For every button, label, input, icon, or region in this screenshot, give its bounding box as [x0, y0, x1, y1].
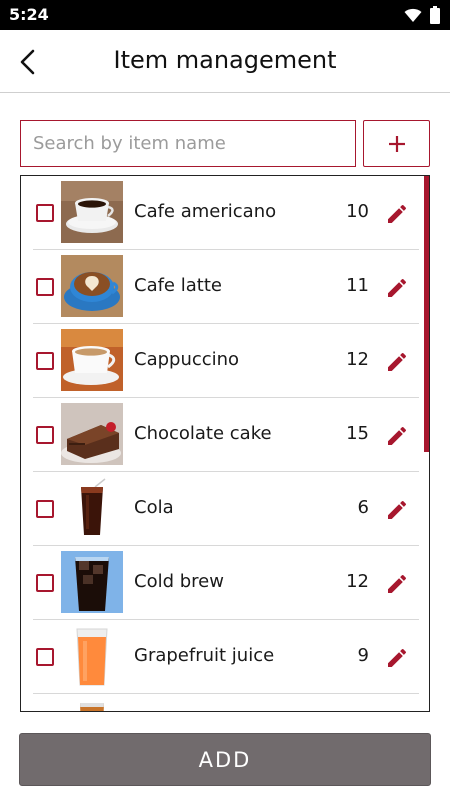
item-checkbox[interactable]	[36, 352, 54, 370]
edit-button[interactable]	[383, 348, 411, 376]
item-name: Cafe latte	[134, 275, 222, 296]
list-item: Cola 6	[21, 472, 429, 546]
status-bar: 5:24	[0, 0, 450, 30]
page-title: Item management	[113, 46, 337, 74]
status-icons	[404, 6, 440, 24]
plus-button[interactable]	[363, 120, 430, 167]
pencil-icon	[388, 574, 407, 593]
status-time: 5:24	[9, 5, 49, 24]
add-button[interactable]: ADD	[19, 733, 431, 786]
chocolate-cake-slice-icon	[61, 403, 123, 465]
edit-button[interactable]	[383, 200, 411, 228]
pencil-icon	[388, 278, 407, 297]
item-quantity: 9	[357, 645, 369, 666]
edit-button[interactable]	[383, 644, 411, 672]
list-item: Cappuccino 12	[21, 324, 429, 398]
item-name: Cafe americano	[134, 201, 277, 222]
item-list[interactable]: Cafe americano 10 Cafe latte 11 Cappucci…	[20, 175, 430, 712]
item-checkbox[interactable]	[36, 500, 54, 518]
pencil-icon	[388, 352, 407, 371]
item-quantity: 12	[346, 349, 369, 370]
item-name: Cappuccino	[134, 349, 240, 370]
americano-cup-icon	[61, 181, 123, 243]
item-thumbnail	[61, 477, 123, 539]
wifi-icon	[404, 8, 422, 22]
item-quantity: 6	[357, 497, 369, 518]
pencil-icon	[388, 500, 407, 519]
pencil-icon	[388, 426, 407, 445]
item-thumbnail	[61, 625, 123, 687]
pencil-icon	[388, 648, 407, 667]
item-thumbnail	[61, 181, 123, 243]
list-item: Cafe latte 11	[21, 250, 429, 324]
pencil-icon	[388, 204, 407, 223]
latte-art-cup-icon	[61, 255, 123, 317]
item-thumbnail	[61, 551, 123, 613]
app-bar: Item management	[0, 30, 450, 93]
item-thumbnail	[61, 699, 123, 711]
iced-drink-glass-icon	[61, 699, 123, 711]
item-checkbox[interactable]	[36, 648, 54, 666]
edit-button[interactable]	[383, 274, 411, 302]
item-checkbox[interactable]	[36, 574, 54, 592]
list-item: Cold brew 12	[21, 546, 429, 620]
item-checkbox[interactable]	[36, 278, 54, 296]
list-item: Chocolate cake 15	[21, 398, 429, 472]
edit-button[interactable]	[383, 422, 411, 450]
list-item: Cafe americano 10	[21, 176, 429, 250]
item-quantity: 12	[346, 571, 369, 592]
list-item	[21, 694, 429, 711]
edit-button[interactable]	[383, 570, 411, 598]
scrollbar[interactable]	[424, 176, 429, 452]
plus-icon	[388, 135, 405, 152]
item-checkbox[interactable]	[36, 204, 54, 222]
cold-brew-glass-icon	[61, 551, 123, 613]
item-name: Grapefruit juice	[134, 645, 275, 666]
item-name: Cola	[134, 497, 174, 518]
item-name: Cold brew	[134, 571, 224, 592]
item-thumbnail	[61, 329, 123, 391]
item-thumbnail	[61, 403, 123, 465]
cappuccino-cup-icon	[61, 329, 123, 391]
item-quantity: 11	[346, 275, 369, 296]
list-item: Grapefruit juice 9	[21, 620, 429, 694]
cola-glass-icon	[61, 477, 123, 539]
search-input[interactable]	[20, 120, 356, 167]
grapefruit-juice-glass-icon	[61, 625, 123, 687]
item-quantity: 10	[346, 201, 369, 222]
edit-button[interactable]	[383, 496, 411, 524]
item-thumbnail	[61, 255, 123, 317]
item-quantity: 15	[346, 423, 369, 444]
item-name: Chocolate cake	[134, 423, 272, 444]
battery-icon	[430, 6, 440, 24]
item-checkbox[interactable]	[36, 426, 54, 444]
item-list-content: Cafe americano 10 Cafe latte 11 Cappucci…	[21, 176, 429, 711]
